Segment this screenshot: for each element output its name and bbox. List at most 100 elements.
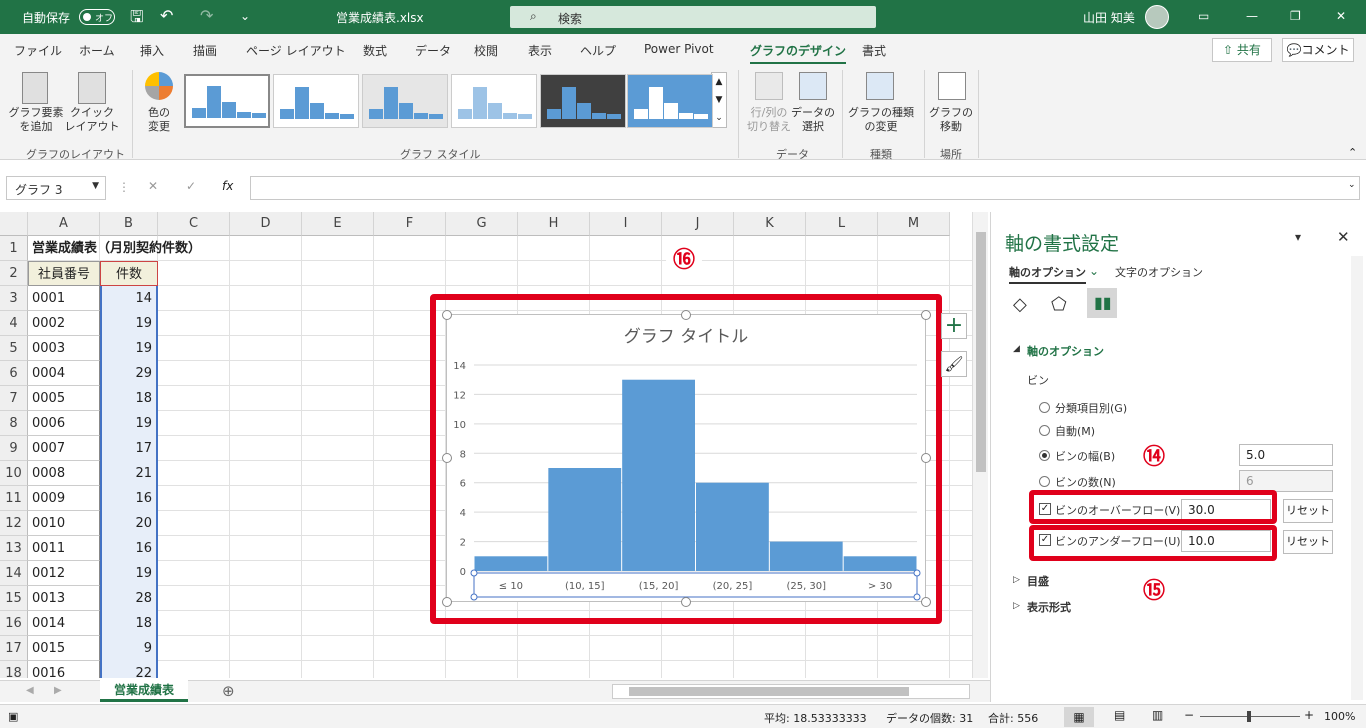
redo-icon[interactable]: ↷ xyxy=(200,6,213,25)
tab-3[interactable]: 描画 xyxy=(193,42,217,59)
chart-styles-button[interactable]: 🖌 xyxy=(941,351,967,377)
cancel-icon[interactable]: ✕ xyxy=(148,179,158,193)
tab-7[interactable]: 校閲 xyxy=(474,42,498,59)
tab-dropdown-icon[interactable]: ⌄ xyxy=(1089,264,1099,278)
enter-icon[interactable]: ✓ xyxy=(186,179,196,193)
radio-bin-width[interactable] xyxy=(1039,450,1050,461)
section-number-format[interactable]: 表示形式 xyxy=(1027,599,1071,615)
close-icon[interactable]: ✕ xyxy=(1336,9,1346,23)
tab-8[interactable]: 表示 xyxy=(528,42,552,59)
cell-a12[interactable]: 0010 xyxy=(28,511,100,536)
row-header-10[interactable]: 10 xyxy=(0,461,28,486)
tab-10[interactable]: Power Pivot xyxy=(644,42,714,56)
section-ticks[interactable]: 目盛 xyxy=(1027,573,1049,589)
minimize-icon[interactable]: — xyxy=(1246,9,1258,23)
cell-a4[interactable]: 0002 xyxy=(28,311,100,336)
overflow-reset-button[interactable]: リセット xyxy=(1283,499,1333,523)
tab-12[interactable]: 書式 xyxy=(862,42,886,59)
row-header-11[interactable]: 11 xyxy=(0,486,28,511)
radio-auto[interactable] xyxy=(1039,425,1050,436)
tab-0[interactable]: ファイル xyxy=(14,42,62,59)
chart-resize-handle[interactable] xyxy=(681,310,691,320)
row-header-18[interactable]: 18 xyxy=(0,661,28,678)
column-header-A[interactable]: A xyxy=(28,212,100,236)
undo-icon[interactable]: ↶ xyxy=(160,6,173,25)
zoom-slider[interactable] xyxy=(1200,711,1300,722)
cell-a17[interactable]: 0015 xyxy=(28,636,100,661)
chart-resize-handle[interactable] xyxy=(442,310,452,320)
row-header-6[interactable]: 6 xyxy=(0,361,28,386)
cell-b5[interactable]: 19 xyxy=(100,336,158,361)
tab-6[interactable]: データ xyxy=(415,42,451,59)
sheet-tab-active[interactable]: 営業成績表 xyxy=(100,680,188,702)
horizontal-scrollbar[interactable] xyxy=(612,684,970,699)
row-header-13[interactable]: 13 xyxy=(0,536,28,561)
scroll-thumb[interactable] xyxy=(976,232,986,472)
axis-options-tab-button[interactable]: ▮▮ xyxy=(1087,288,1117,318)
column-header-C[interactable]: C xyxy=(158,212,230,236)
cell-a18[interactable]: 0016 xyxy=(28,661,100,678)
cell-b9[interactable]: 17 xyxy=(100,436,158,461)
column-header-D[interactable]: D xyxy=(230,212,302,236)
chart-resize-handle[interactable] xyxy=(921,453,931,463)
cell-b7[interactable]: 18 xyxy=(100,386,158,411)
cell-b17[interactable]: 9 xyxy=(100,636,158,661)
file-name[interactable]: 営業成績表.xlsx xyxy=(336,9,424,26)
cell-b14[interactable]: 19 xyxy=(100,561,158,586)
tab-axis-options[interactable]: 軸のオプション xyxy=(1009,264,1086,284)
cell-a6[interactable]: 0004 xyxy=(28,361,100,386)
add-chart-element-button[interactable]: グラフ要素 を追加 xyxy=(6,106,66,134)
search-box[interactable]: ⌕ 検索 xyxy=(510,6,876,28)
ribbon-display-icon[interactable]: ▭ xyxy=(1198,9,1209,23)
cell-b15[interactable]: 28 xyxy=(100,586,158,611)
insert-function-button[interactable]: fx xyxy=(222,179,233,193)
chart-resize-handle[interactable] xyxy=(442,597,452,607)
cell-a1[interactable]: 営業成績表（月別契約件数） xyxy=(28,236,205,261)
column-header-F[interactable]: F xyxy=(374,212,446,236)
row-header-12[interactable]: 12 xyxy=(0,511,28,536)
cell-a11[interactable]: 0009 xyxy=(28,486,100,511)
cell-b18[interactable]: 22 xyxy=(100,661,158,678)
cell-a7[interactable]: 0005 xyxy=(28,386,100,411)
move-chart-button[interactable]: グラフの 移動 xyxy=(928,106,974,134)
cell-b6[interactable]: 29 xyxy=(100,361,158,386)
cell-a3[interactable]: 0001 xyxy=(28,286,100,311)
chart-area[interactable]: グラフ タイトル 0 2 4 6 8 10 12 14 ≤ 10 (10, 15] (15, 20] (… xyxy=(442,310,931,607)
chart-style-1[interactable] xyxy=(184,74,270,128)
row-header-17[interactable]: 17 xyxy=(0,636,28,661)
column-header-I[interactable]: I xyxy=(590,212,662,236)
restore-icon[interactable]: ❐ xyxy=(1290,9,1301,23)
zoom-out-icon[interactable]: − xyxy=(1184,708,1194,722)
column-header-J[interactable]: J xyxy=(662,212,734,236)
cell-b3[interactable]: 14 xyxy=(100,286,158,311)
cell-a15[interactable]: 0013 xyxy=(28,586,100,611)
cell-b2[interactable]: 件数 xyxy=(100,261,158,286)
cell-a8[interactable]: 0006 xyxy=(28,411,100,436)
save-icon[interactable]: 🖫 xyxy=(130,6,144,33)
fill-line-icon[interactable]: ◇ xyxy=(1013,294,1027,315)
tab-2[interactable]: 挿入 xyxy=(140,42,164,59)
row-header-9[interactable]: 9 xyxy=(0,436,28,461)
tab-5[interactable]: 数式 xyxy=(363,42,387,59)
select-all-corner[interactable] xyxy=(0,212,28,236)
column-header-E[interactable]: E xyxy=(302,212,374,236)
autosave-toggle[interactable]: オフ xyxy=(79,9,115,25)
column-header-L[interactable]: L xyxy=(806,212,878,236)
column-header-M[interactable]: M xyxy=(878,212,950,236)
row-header-5[interactable]: 5 xyxy=(0,336,28,361)
bin-count-input[interactable]: 6 xyxy=(1239,470,1333,492)
radio-bin-count[interactable] xyxy=(1039,476,1050,487)
column-header-H[interactable]: H xyxy=(518,212,590,236)
column-header-B[interactable]: B xyxy=(100,212,158,236)
avatar[interactable] xyxy=(1145,5,1169,29)
cell-a14[interactable]: 0012 xyxy=(28,561,100,586)
tab-4[interactable]: ページ レイアウト xyxy=(246,42,346,59)
collapse-ribbon-icon[interactable]: ⌃ xyxy=(1348,146,1357,159)
chart-elements-button[interactable]: + xyxy=(941,313,967,339)
bin-width-input[interactable]: 5.0 xyxy=(1239,444,1333,466)
chart-style-3[interactable] xyxy=(362,74,448,128)
chart-style-5[interactable] xyxy=(540,74,626,128)
row-header-3[interactable]: 3 xyxy=(0,286,28,311)
effects-icon[interactable]: ⬠ xyxy=(1051,294,1067,315)
user-name[interactable]: 山田 知美 xyxy=(1083,9,1135,26)
